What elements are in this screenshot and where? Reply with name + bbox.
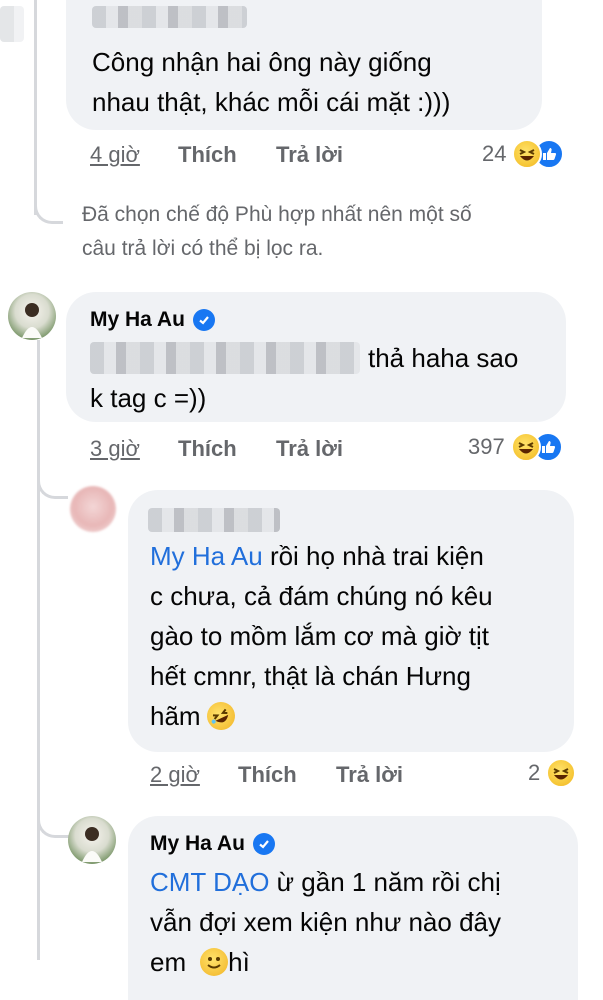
reaction-summary[interactable]: 397 — [468, 432, 563, 462]
comment-text: My Ha Au rồi họ nhà trai kiện c chưa, cả… — [150, 536, 560, 736]
filter-notice: Đã chọn chế độ Phù hợp nhất nên một số c… — [82, 203, 472, 260]
reaction-summary[interactable]: 24 — [482, 139, 565, 169]
comment-text: thả haha sao k tag c =)) — [90, 343, 519, 413]
like-button[interactable]: Thích — [238, 762, 297, 788]
reply-button[interactable]: Trả lời — [276, 436, 343, 462]
thread-connector — [37, 470, 68, 499]
comment-time[interactable]: 4 giờ — [90, 142, 140, 167]
avatar[interactable] — [8, 292, 56, 340]
verified-badge-icon — [252, 833, 275, 855]
thread-line — [37, 340, 40, 960]
comment-author[interactable]: My Ha Au — [90, 308, 215, 332]
redacted-avatar — [0, 6, 24, 42]
haha-emoji-icon — [512, 139, 543, 169]
avatar[interactable] — [68, 816, 116, 864]
like-button[interactable]: Thích — [178, 436, 237, 462]
reaction-count: 24 — [482, 141, 507, 166]
author-name[interactable]: My Ha Au — [90, 308, 185, 332]
author-name[interactable]: My Ha Au — [150, 832, 245, 856]
avatar[interactable] — [70, 486, 116, 532]
mention-link[interactable]: My Ha Au — [150, 541, 263, 571]
comment-text: CMT DẠO ừ gần 1 năm rồi chị vẫn đợi xem … — [150, 867, 501, 977]
reply-button[interactable]: Trả lời — [276, 142, 343, 168]
redacted-author-name — [148, 508, 280, 532]
comment-actions: 3 giờ Thích Trả lời — [90, 436, 510, 462]
thread-connector — [37, 805, 70, 838]
reaction-count: 2 — [528, 760, 541, 785]
mention-link[interactable]: CMT DẠO — [150, 867, 269, 897]
comment-text: Công nhận hai ông này giống nhau thật, k… — [92, 47, 451, 117]
comment-author[interactable]: My Ha Au — [150, 832, 275, 856]
thread-line — [34, 0, 37, 215]
reaction-count: 397 — [468, 434, 505, 459]
comment-time[interactable]: 2 giờ — [150, 762, 200, 787]
rofl-emoji-icon — [201, 697, 240, 735]
thread-connector — [34, 205, 63, 224]
reaction-summary[interactable]: 2 — [528, 758, 577, 788]
comment-actions: 2 giờ Thích Trả lời — [150, 762, 510, 788]
reply-button[interactable]: Trả lời — [336, 762, 403, 788]
haha-emoji-icon — [510, 432, 541, 462]
comment-actions: 4 giờ Thích Trả lời — [90, 142, 510, 168]
redacted-author-name — [92, 6, 247, 28]
comment-time[interactable]: 3 giờ — [90, 436, 140, 461]
smile-emoji-icon — [200, 948, 229, 976]
haha-emoji-icon — [546, 758, 577, 788]
like-button[interactable]: Thích — [178, 142, 237, 168]
verified-badge-icon — [192, 309, 215, 331]
